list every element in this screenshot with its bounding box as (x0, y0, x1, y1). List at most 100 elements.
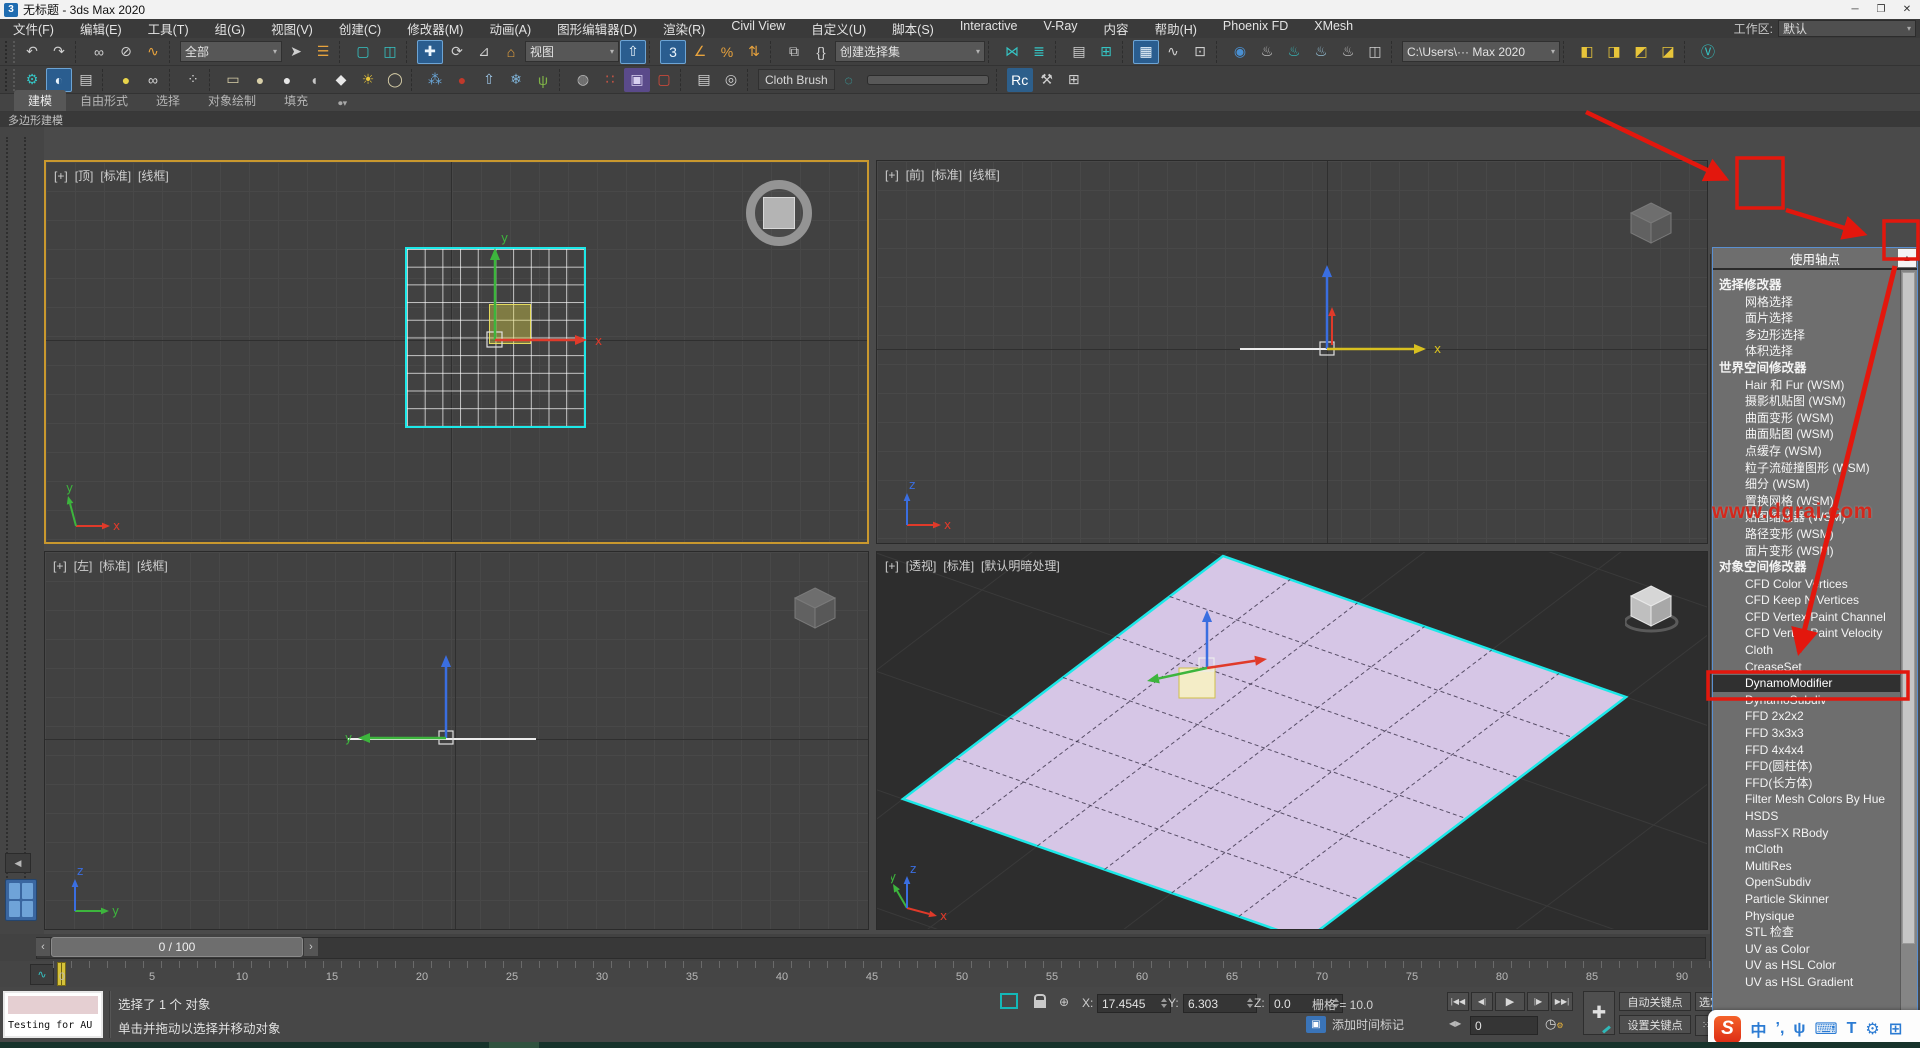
menu-item[interactable]: 脚本(S) (879, 19, 947, 38)
viewport-left[interactable]: [+][左][标准][线框] y yz (44, 551, 869, 930)
dome-object-icon[interactable]: ◖ (301, 68, 327, 92)
mirror-icon[interactable]: ⋈ (999, 40, 1025, 64)
modifier-item[interactable]: UV as HSL Gradient (1713, 974, 1901, 991)
container-icon-3[interactable]: ◩ (1628, 40, 1654, 64)
ribbon-tab[interactable]: 自由形式 (66, 90, 142, 111)
named-selection-sets-combo[interactable]: 创建选择集▾ (835, 41, 985, 62)
menu-item[interactable]: 文件(F) (0, 19, 67, 38)
menu-item[interactable]: 图形编辑器(D) (544, 19, 650, 38)
vray-gear-icon[interactable]: ⚙ (19, 68, 45, 92)
menu-item[interactable]: 视图(V) (258, 19, 326, 38)
droplet-icon[interactable]: ◆ (328, 68, 354, 92)
ime-skin-icon[interactable]: T (1847, 1020, 1857, 1038)
modifier-item[interactable]: DynamoSubdiv (1713, 692, 1901, 709)
viewcube[interactable] (1625, 197, 1681, 253)
selection-lock-icon[interactable] (1030, 993, 1050, 1010)
viewport-top[interactable]: [+][顶][标准][线框] yx xy (44, 160, 869, 544)
viewport-menu-pov[interactable]: [左] (74, 559, 93, 573)
modifier-item[interactable]: 曲面变形 (WSM) (1713, 410, 1901, 427)
dropdown-scroll-up-button[interactable]: ▲ (1898, 249, 1916, 267)
hammer-icon[interactable]: ⚒ (1034, 68, 1060, 92)
reference-coordinate-combo[interactable]: 视图▾ (525, 41, 619, 62)
menu-item[interactable]: Phoenix FD (1210, 19, 1301, 38)
close-button[interactable]: ✕ (1894, 0, 1920, 19)
viewport-perspective[interactable]: [+][透视][标准][默认明暗处理] xyz (876, 551, 1708, 930)
clipboard-icon[interactable]: ▤ (691, 68, 717, 92)
gizmo-xy-plane-handle[interactable] (489, 304, 531, 344)
window-crossing-icon[interactable]: ◫ (377, 40, 403, 64)
ribbon-toggle-icon[interactable]: ▦ (1133, 40, 1159, 64)
perspective-scene[interactable] (877, 552, 1708, 930)
modifier-item[interactable]: UV as HSL Color (1713, 957, 1901, 974)
add-time-tag[interactable]: ▣ 添加时间标记 (1306, 1016, 1404, 1033)
sun-icon[interactable]: ☀ (355, 68, 381, 92)
light-bulb-icon[interactable]: ● (113, 68, 139, 92)
modifier-item[interactable]: Filter Mesh Colors By Hue (1713, 791, 1901, 808)
select-and-place-icon[interactable]: ⌂ (498, 40, 524, 64)
spinner-icon[interactable] (1247, 998, 1254, 1008)
workspace-combo[interactable]: 默认▾ (1778, 20, 1916, 37)
ime-lang-icon[interactable]: 中 (1751, 1017, 1767, 1041)
modifier-item[interactable]: MultiRes (1713, 858, 1901, 875)
ime-grid-icon[interactable]: ⊞ (1889, 1019, 1902, 1039)
use-pivot-option[interactable]: 使用轴点 (1713, 248, 1917, 270)
dotted-circle-icon[interactable]: ◌ (836, 68, 862, 92)
current-frame-field[interactable]: 0 (1470, 1016, 1538, 1035)
viewport-menu-general[interactable]: [+] (53, 559, 67, 573)
menu-item[interactable]: 渲染(R) (650, 19, 718, 38)
egg2-object-icon[interactable]: ◯ (382, 68, 408, 92)
layer-manager-icon[interactable]: ▤ (1066, 40, 1092, 64)
modifier-item[interactable]: 面片选择 (1713, 310, 1901, 327)
rendered-frame-icon[interactable]: ♨ (1281, 40, 1307, 64)
purple-box-icon[interactable]: ▣ (624, 68, 650, 92)
ribbon-overflow-icon[interactable]: ⏺▾ (332, 96, 353, 111)
modifier-item[interactable]: CFD Vertex Paint Channel (1713, 609, 1901, 626)
modifier-item[interactable]: 多边形选择 (1713, 327, 1901, 344)
viewport-menu-shading[interactable]: [线框] (137, 559, 168, 573)
edit-named-sets-icon[interactable]: ⧉ (781, 40, 807, 64)
modifier-item[interactable]: FFD(长方体) (1713, 775, 1901, 792)
previous-frame-arrow[interactable]: ‹ (36, 938, 50, 956)
viewcube[interactable] (746, 180, 812, 246)
viewport-menu-shading[interactable]: [默认明暗处理] (981, 559, 1060, 573)
use-pivot-center-icon[interactable]: ⇧ (620, 40, 646, 64)
ribbon-panel-strip[interactable]: 多边形建模 (0, 112, 1920, 128)
menu-item[interactable]: 帮助(H) (1142, 19, 1210, 38)
ime-keyboard-icon[interactable]: ⌨ (1814, 1019, 1837, 1039)
angle-snap-icon[interactable]: ∠ (687, 40, 713, 64)
activeshade-icon[interactable]: ◐ (46, 68, 72, 92)
select-and-rotate-icon[interactable]: ⟳ (444, 40, 470, 64)
redo-icon[interactable]: ↷ (46, 40, 72, 64)
ime-mic-icon[interactable]: ψ (1793, 1020, 1805, 1038)
viewport-menu-general[interactable]: [+] (885, 168, 899, 182)
menu-item[interactable]: V-Ray (1031, 19, 1091, 38)
next-key-button[interactable]: |▶ (1527, 992, 1549, 1011)
ribbon-tab[interactable]: 选择 (142, 90, 194, 111)
plane-object-left-view[interactable] (348, 738, 536, 740)
menu-item[interactable]: 创建(C) (326, 19, 394, 38)
absolute-mode-icon[interactable]: ⊕ (1054, 993, 1074, 1010)
spinner-snap-icon[interactable]: ⇅ (741, 40, 767, 64)
maximize-button[interactable]: ❐ (1868, 0, 1894, 19)
dots-cluster-icon[interactable]: ⁘ (180, 68, 206, 92)
snowflake-icon[interactable]: ❄ (503, 68, 529, 92)
plane-object-front-view[interactable] (1240, 348, 1418, 350)
modifier-item[interactable]: Hair 和 Fur (WSM) (1713, 377, 1901, 394)
ribbon-tab[interactable]: 对象绘制 (194, 90, 270, 111)
viewcube[interactable] (1625, 580, 1685, 640)
modifier-item[interactable]: UV as Color (1713, 941, 1901, 958)
viewport-layout-tab-icon[interactable] (5, 879, 37, 921)
viewport-menu-pov[interactable]: [透视] (906, 559, 937, 573)
modifier-item[interactable]: FFD 2x2x2 (1713, 708, 1901, 725)
named-selection-pencil-icon[interactable]: {} (808, 40, 834, 64)
menu-item[interactable]: 工具(T) (135, 19, 202, 38)
viewport-menu-renderer[interactable]: [标准] (99, 559, 130, 573)
menu-item[interactable]: 内容 (1091, 19, 1142, 38)
scene-explorer-icon[interactable]: ⊞ (1093, 40, 1119, 64)
time-slider-handle[interactable]: 0 / 100 (51, 937, 303, 957)
previous-key-button[interactable]: ◀| (1471, 992, 1493, 1011)
modifier-item[interactable]: MassFX RBody (1713, 825, 1901, 842)
modifier-item[interactable]: 路径变形 (WSM) (1713, 526, 1901, 543)
ab-compare-icon[interactable]: ◫ (1362, 40, 1388, 64)
isolate-selection-icon[interactable] (1000, 993, 1018, 1009)
